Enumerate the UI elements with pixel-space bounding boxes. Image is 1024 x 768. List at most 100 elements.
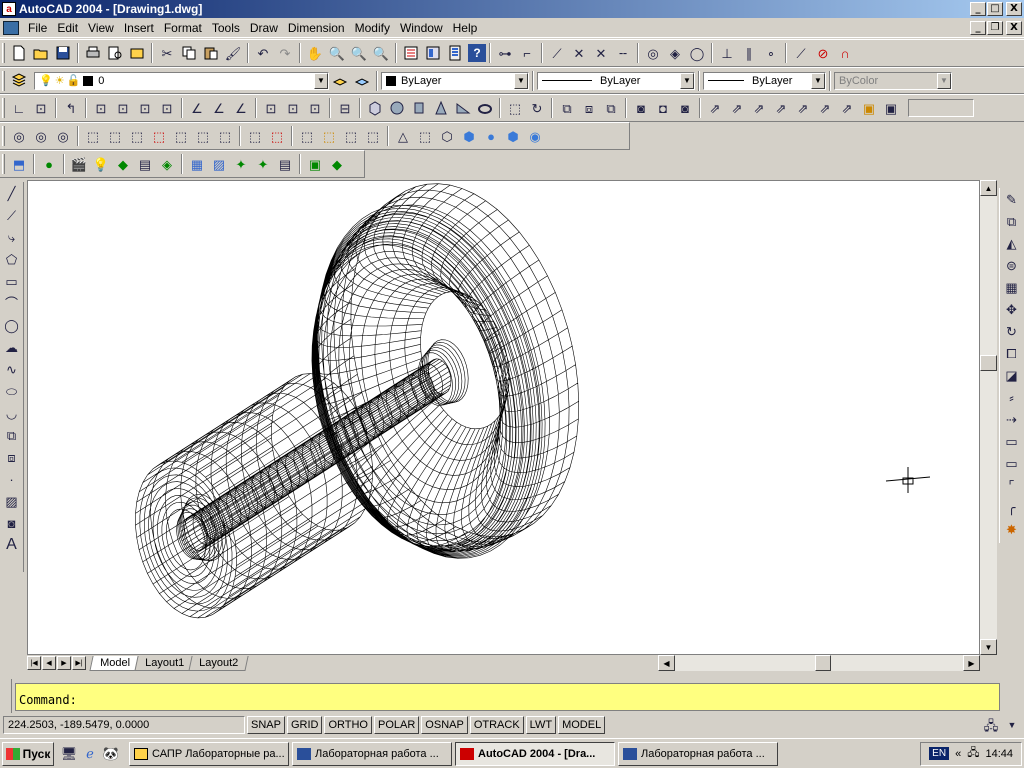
gouraud-shaded-icon[interactable]: ●	[480, 125, 502, 147]
plot-preview-icon[interactable]	[104, 42, 126, 64]
snap-tangent-icon[interactable]: ◯	[686, 42, 708, 64]
document-icon[interactable]	[3, 20, 19, 35]
section-icon[interactable]: ⧉	[556, 97, 578, 119]
snap-intersection-icon[interactable]: ✕	[568, 42, 590, 64]
stretch-icon[interactable]: ◪	[1001, 364, 1023, 386]
flat-shaded-icon[interactable]: ⬢	[458, 125, 480, 147]
save-icon[interactable]	[52, 42, 74, 64]
ucs-origin-icon[interactable]: ⊡	[156, 97, 178, 119]
scroll-right-button[interactable]: ▶	[963, 655, 980, 671]
copy-face-icon[interactable]: ⬚	[214, 125, 236, 147]
snap-node-icon[interactable]: ∘	[760, 42, 782, 64]
ucs-view-icon[interactable]: ⊡	[134, 97, 156, 119]
check-icon[interactable]: ⬚	[362, 125, 384, 147]
rotate-icon[interactable]: ↻	[1001, 320, 1023, 342]
union-solid-icon[interactable]: ◎	[8, 125, 30, 147]
model-space-canvas[interactable]	[27, 180, 980, 655]
cut-icon[interactable]: ✂	[156, 42, 178, 64]
menu-format[interactable]: Format	[159, 21, 207, 35]
cylinder-surface-icon[interactable]	[408, 97, 430, 119]
minimize-button[interactable]: _	[970, 2, 986, 16]
ucs-apply-icon[interactable]: ⊡	[304, 97, 326, 119]
lineweight-dropdown[interactable]: ByLayer ▼	[703, 71, 826, 90]
snap-nearest-icon[interactable]: ⟋	[790, 42, 812, 64]
layer-previous-icon[interactable]	[351, 70, 373, 92]
ucs-z-icon[interactable]: ⊡	[282, 97, 304, 119]
snap-extension-icon[interactable]: ╌	[612, 42, 634, 64]
render-preferences-icon[interactable]: ▣	[304, 153, 326, 175]
ucs-named-icon[interactable]: ⊟	[334, 97, 356, 119]
otrack-toggle[interactable]: OTRACK	[469, 716, 524, 734]
copy-icon[interactable]	[178, 42, 200, 64]
chevron-down-icon[interactable]: ▼	[314, 72, 328, 89]
ucs-face-icon[interactable]: ⊡	[90, 97, 112, 119]
subtract-icon[interactable]: ◘	[652, 97, 674, 119]
start-button[interactable]: Пуск	[2, 741, 54, 766]
ellipse-arc-icon[interactable]: ◡	[1, 402, 23, 424]
command-line[interactable]: Command:	[15, 683, 1000, 711]
snap-center-icon[interactable]: ◎	[642, 42, 664, 64]
snap-toggle[interactable]: SNAP	[247, 716, 285, 734]
torus-surface-icon[interactable]	[474, 97, 496, 119]
tab-layout1[interactable]: Layout1	[134, 655, 195, 671]
mapping-icon[interactable]: ◈	[156, 153, 178, 175]
point-icon[interactable]: ·	[1, 468, 23, 490]
make-block-icon[interactable]: ⧈	[1, 446, 23, 468]
hscroll-thumb[interactable]	[815, 655, 831, 671]
shell-icon[interactable]: ▣	[880, 97, 902, 119]
language-indicator[interactable]: EN	[929, 747, 950, 760]
last-tab-button[interactable]: ▶|	[72, 656, 86, 670]
wedge-surface-icon[interactable]	[452, 97, 474, 119]
tab-model[interactable]: Model	[89, 655, 141, 671]
doc-close-button[interactable]: X	[1006, 20, 1022, 35]
help-icon[interactable]: ?	[468, 44, 486, 62]
ucs-x-icon[interactable]: ∠	[230, 97, 252, 119]
toolbar-grip[interactable]	[2, 43, 5, 63]
copy-object-icon[interactable]: ⧉	[1001, 210, 1023, 232]
materials-library-icon[interactable]: ▤	[134, 153, 156, 175]
lwt-toggle[interactable]: LWT	[525, 716, 557, 734]
copy-faces-icon[interactable]: ⇗	[836, 97, 858, 119]
ucs-icon[interactable]: ∟	[8, 97, 30, 119]
pan-icon[interactable]: ✋	[304, 42, 326, 64]
taper-faces-icon[interactable]: ⇗	[814, 97, 836, 119]
taper-face-icon[interactable]: ⬚	[192, 125, 214, 147]
offset-faces-icon[interactable]: ⇗	[748, 97, 770, 119]
extend-icon[interactable]: ⇢	[1001, 408, 1023, 430]
menu-modify[interactable]: Modify	[350, 21, 395, 35]
subtract-solid-icon[interactable]: ◎	[30, 125, 52, 147]
chevron-down-icon[interactable]: ▼	[937, 72, 951, 89]
snap-parallel-icon[interactable]: ∥	[738, 42, 760, 64]
erase-icon[interactable]: ✎	[1001, 188, 1023, 210]
array-icon[interactable]: ▦	[1001, 276, 1023, 298]
new-icon[interactable]	[8, 42, 30, 64]
landscape-library-icon[interactable]: ▤	[274, 153, 296, 175]
snap-quadrant-icon[interactable]: ◈	[664, 42, 686, 64]
hide-icon[interactable]: ⬒	[8, 153, 30, 175]
scroll-left-button[interactable]: ◀	[658, 655, 675, 671]
copy-edges-icon[interactable]: ⬚	[266, 125, 288, 147]
linetype-dropdown[interactable]: ByLayer ▼	[537, 71, 695, 90]
offset-icon[interactable]: ⊜	[1001, 254, 1023, 276]
box-icon[interactable]: ⬚	[504, 97, 526, 119]
mirror-icon[interactable]: ◭	[1001, 232, 1023, 254]
rectangle-icon[interactable]: ▭	[1, 270, 23, 292]
gouraud-edges-icon[interactable]: ◉	[524, 125, 546, 147]
undo-icon[interactable]: ↶	[252, 42, 274, 64]
network-icon[interactable]: 🖧	[967, 744, 979, 763]
scroll-down-button[interactable]: ▼	[980, 639, 997, 655]
hatch-icon[interactable]: ▨	[1, 490, 23, 512]
command-window-grip[interactable]	[0, 679, 12, 713]
doc-minimize-button[interactable]: _	[970, 20, 986, 35]
ortho-toggle[interactable]: ORTHO	[324, 716, 372, 734]
separate-icon[interactable]: ⬚	[340, 125, 362, 147]
sphere-surface-icon[interactable]	[386, 97, 408, 119]
color-edges-icon[interactable]: ⬚	[244, 125, 266, 147]
show-desktop-icon[interactable]: 🖥	[60, 745, 78, 763]
fillet-icon[interactable]: ╭	[1001, 496, 1023, 518]
render-icon[interactable]: ●	[38, 153, 60, 175]
next-tab-button[interactable]: ▶	[57, 656, 71, 670]
materials-icon[interactable]: ◆	[112, 153, 134, 175]
arc-icon[interactable]: ⌒	[1, 292, 23, 314]
circle-icon[interactable]: ◯	[1, 314, 23, 336]
